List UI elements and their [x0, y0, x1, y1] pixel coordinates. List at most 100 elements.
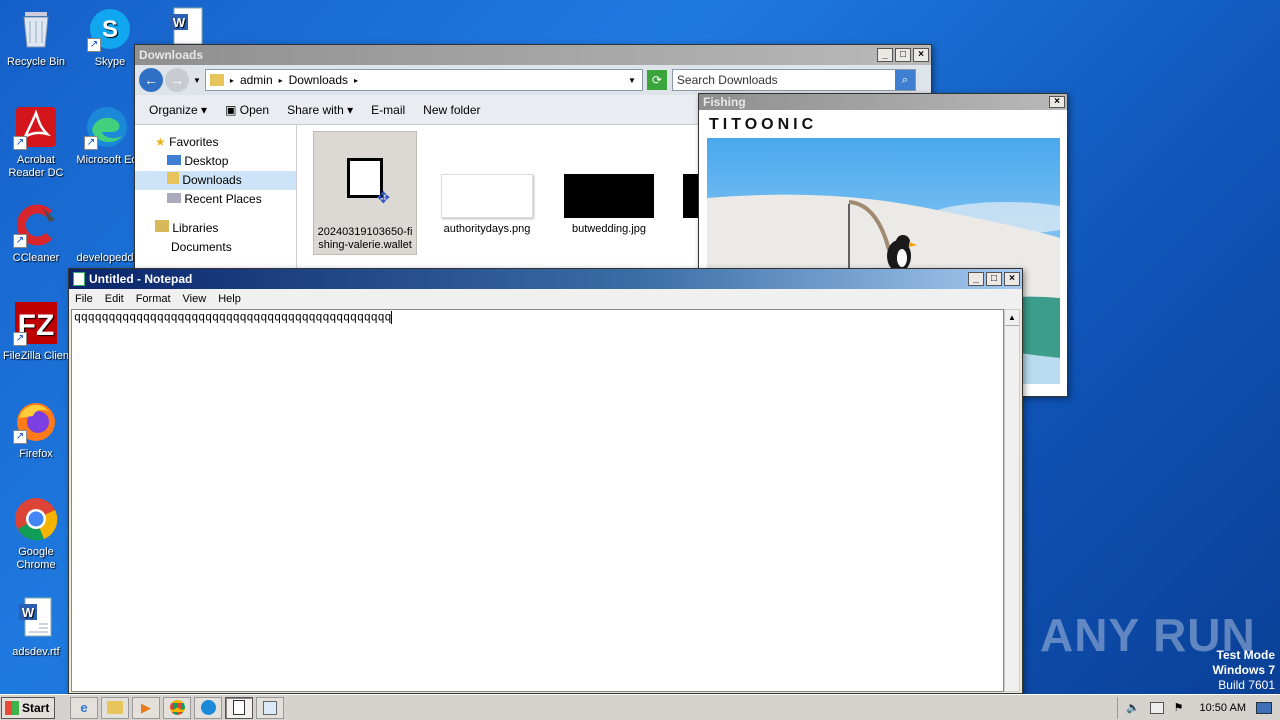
shortcut-arrow-icon: ↗: [13, 136, 27, 150]
breadcrumb-downloads[interactable]: Downloads: [289, 73, 348, 87]
taskbar-notepad-button[interactable]: [225, 696, 253, 719]
document-icon: [82, 202, 128, 248]
explorer-title: Downloads: [139, 48, 204, 62]
address-bar[interactable]: ▸ admin ▸ Downloads ▸ ▼: [204, 69, 643, 91]
svg-text:W: W: [22, 605, 35, 620]
notepad-titlebar[interactable]: Untitled - Notepad _ □ ×: [69, 269, 1022, 289]
shortcut-arrow-icon: ↗: [13, 430, 27, 444]
shortcut-arrow-icon: ↗: [84, 136, 98, 150]
address-dropdown[interactable]: ▼: [628, 76, 636, 85]
fishing-titlebar[interactable]: Fishing ×: [699, 94, 1067, 110]
desktop-icon-label: developedd: [76, 252, 134, 264]
close-button[interactable]: ×: [913, 48, 929, 62]
microsoft-edge-icon: ↗: [84, 104, 130, 150]
notepad-window: Untitled - Notepad _ □ × File Edit Forma…: [68, 268, 1023, 694]
forward-button[interactable]: →: [165, 68, 189, 92]
maximize-button[interactable]: □: [895, 48, 911, 62]
close-button[interactable]: ×: [1004, 272, 1020, 286]
search-box[interactable]: Search Downloads ⌕: [671, 69, 916, 91]
system-tray: 🔈 ⚑ 10:50 AM: [1116, 696, 1280, 719]
taskbar-media-player-button[interactable]: ▶: [132, 696, 160, 719]
image-thumbnail: [441, 174, 533, 218]
word-document-icon: W: [13, 596, 59, 642]
recent-icon: [167, 193, 181, 203]
menu-format[interactable]: Format: [136, 293, 171, 305]
start-button[interactable]: Start: [1, 696, 55, 719]
desktop-icon-label: Firefox: [19, 448, 53, 460]
notepad-icon: [73, 272, 85, 286]
nav-favorites[interactable]: ★ Favorites: [135, 133, 296, 152]
open-button[interactable]: ▣ Open: [225, 103, 269, 117]
refresh-button[interactable]: ⟳: [646, 70, 667, 90]
file-name: shing-valerie.wallet: [318, 239, 412, 251]
folder-icon: [167, 172, 179, 184]
taskbar: Start e ▶ 🔈 ⚑ 10:50 AM: [0, 694, 1280, 720]
file-item-butwedding[interactable]: butwedding.jpg: [557, 131, 661, 255]
notepad-text: qqqqqqqqqqqqqqqqqqqqqqqqqqqqqqqqqqqqqqqq…: [74, 311, 392, 325]
menu-file[interactable]: File: [75, 293, 93, 305]
desktop-icon-label: Acrobat Reader DC: [8, 154, 64, 179]
test-mode-text: Test Mode Windows 7 Build 7601: [1212, 648, 1275, 693]
internet-explorer-icon: e: [80, 700, 88, 715]
network-icon[interactable]: [1149, 701, 1164, 714]
taskbar-chrome-button[interactable]: [163, 696, 191, 719]
desktop-icon-edge[interactable]: ↗ Microsoft Ed: [72, 104, 142, 167]
fishing-title: Fishing: [703, 95, 746, 109]
menu-help[interactable]: Help: [218, 293, 241, 305]
star-icon: ★: [155, 135, 166, 149]
search-input[interactable]: Search Downloads: [677, 73, 895, 87]
taskbar-explorer-button[interactable]: [101, 696, 129, 719]
shortcut-arrow-icon: ↗: [13, 234, 27, 248]
volume-icon[interactable]: 🔈: [1126, 701, 1140, 714]
desktop-icon-ccleaner[interactable]: ↗ CCleaner: [1, 202, 71, 265]
file-item-wallet[interactable]: ✥ 20240319103650-fi shing-valerie.wallet: [313, 131, 417, 255]
desktop-icon-firefox[interactable]: ↗ Firefox: [1, 398, 71, 461]
game-logo: TITOONIC: [709, 116, 818, 133]
svg-text:W: W: [173, 15, 186, 30]
maximize-button[interactable]: □: [986, 272, 1002, 286]
desktop-icon-developedd[interactable]: developedd: [70, 202, 140, 265]
minimize-button[interactable]: _: [877, 48, 893, 62]
nav-desktop[interactable]: Desktop: [135, 152, 296, 171]
file-item-authoritydays[interactable]: authoritydays.png: [435, 131, 539, 255]
navigation-pane: ★ Favorites Desktop Downloads Recent Pla…: [135, 125, 297, 273]
menu-edit[interactable]: Edit: [105, 293, 124, 305]
recent-pages-dropdown[interactable]: ▼: [193, 76, 201, 85]
nav-libraries[interactable]: Libraries: [135, 219, 296, 238]
organize-button[interactable]: Organize ▾: [149, 103, 207, 117]
ccleaner-icon: ↗: [13, 202, 59, 248]
nav-recent-places[interactable]: Recent Places: [135, 190, 296, 209]
desktop-icon-recycle-bin[interactable]: Recycle Bin: [1, 6, 71, 69]
show-desktop-icon[interactable]: [1256, 701, 1272, 714]
breadcrumb-admin[interactable]: admin: [240, 73, 273, 87]
menu-view[interactable]: View: [183, 293, 207, 305]
desktop-icon-label: CCleaner: [12, 252, 60, 264]
nav-downloads[interactable]: Downloads: [135, 171, 296, 190]
new-folder-button[interactable]: New folder: [423, 103, 480, 117]
desktop-icon-chrome[interactable]: Google Chrome: [1, 496, 71, 572]
recycle-bin-icon: [13, 6, 59, 52]
taskbar-fishing-button[interactable]: [256, 696, 284, 719]
taskbar-edge-button[interactable]: [194, 696, 222, 719]
search-icon[interactable]: ⌕: [894, 70, 915, 90]
notepad-title: Untitled - Notepad: [89, 272, 193, 286]
desktop-icon-adsdev[interactable]: W adsdev.rtf: [1, 596, 71, 659]
email-button[interactable]: E-mail: [371, 103, 405, 117]
scroll-up-button[interactable]: ▲: [1005, 310, 1019, 326]
nav-documents[interactable]: Documents: [135, 238, 296, 257]
back-button[interactable]: ←: [139, 68, 163, 92]
explorer-titlebar[interactable]: Downloads _ □ ×: [135, 45, 931, 65]
desktop-icon-filezilla[interactable]: FZ ↗ FileZilla Clien: [1, 300, 71, 363]
share-with-button[interactable]: Share with ▾: [287, 103, 353, 117]
desktop-icon-label: Google Chrome: [16, 546, 56, 571]
vertical-scrollbar[interactable]: ▲: [1004, 309, 1020, 692]
file-name: authoritydays.png: [443, 223, 531, 235]
close-button[interactable]: ×: [1049, 96, 1065, 108]
minimize-button[interactable]: _: [968, 272, 984, 286]
flag-icon[interactable]: ⚑: [1174, 701, 1184, 714]
taskbar-ie-button[interactable]: e: [70, 696, 98, 719]
desktop-icon-acrobat[interactable]: ↗ Acrobat Reader DC: [1, 104, 71, 180]
chrome-icon: [169, 700, 185, 715]
clock[interactable]: 10:50 AM: [1200, 702, 1246, 714]
notepad-editor[interactable]: qqqqqqqqqqqqqqqqqqqqqqqqqqqqqqqqqqqqqqqq…: [71, 309, 1004, 692]
